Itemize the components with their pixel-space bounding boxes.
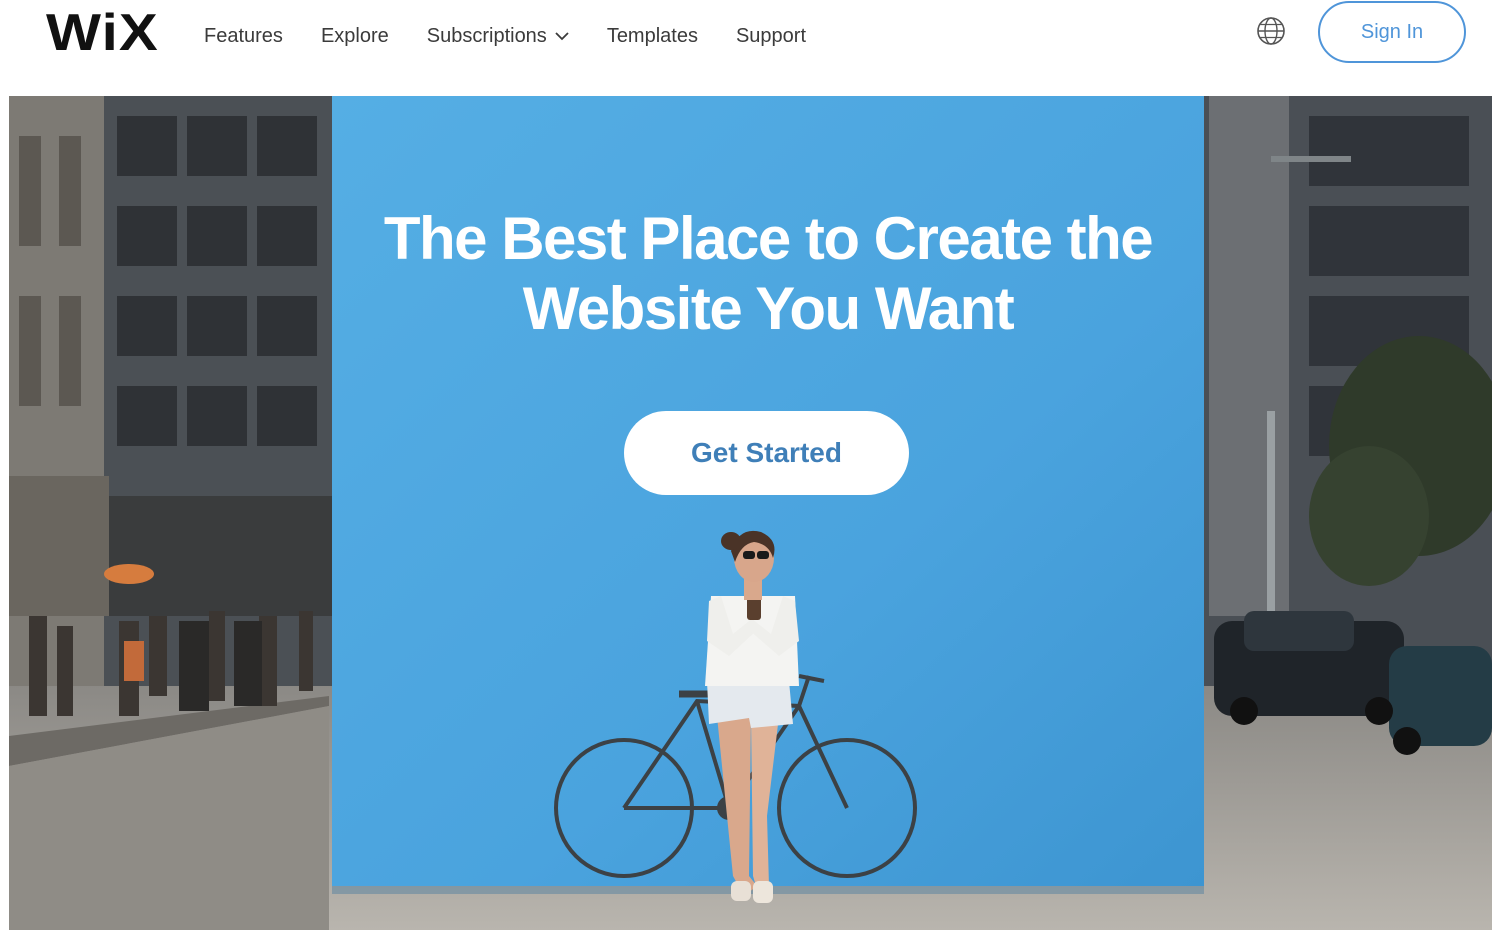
hero-section: The Best Place to Create the Website You… [9,96,1492,930]
main-nav: Features Explore Subscriptions Templates… [204,20,844,52]
nav-templates-label: Templates [606,24,698,47]
nav-features[interactable]: Features [204,25,283,48]
globe-icon[interactable] [1256,16,1286,46]
hero-headline-line1: The Best Place to Create the [383,205,1154,272]
nav-features-label: Features [204,24,283,47]
hero-headline-line2: Website You Want [522,275,1015,342]
nav-subscriptions[interactable]: Subscriptions [427,25,569,48]
nav-templates[interactable]: Templates [607,25,698,48]
chevron-down-icon [555,32,569,41]
wix-logo[interactable]: WiX [46,2,159,64]
top-header: WiX Features Explore Subscriptions Templ… [0,0,1492,96]
nav-explore[interactable]: Explore [321,25,389,48]
hero-headline: The Best Place to Create the Website You… [332,204,1204,344]
nav-explore-label: Explore [320,24,389,47]
nav-subscriptions-label: Subscriptions [426,24,547,47]
nav-support[interactable]: Support [736,25,806,48]
sign-in-button[interactable]: Sign In [1318,1,1466,63]
get-started-button[interactable]: Get Started [624,411,909,495]
nav-support-label: Support [735,24,807,47]
